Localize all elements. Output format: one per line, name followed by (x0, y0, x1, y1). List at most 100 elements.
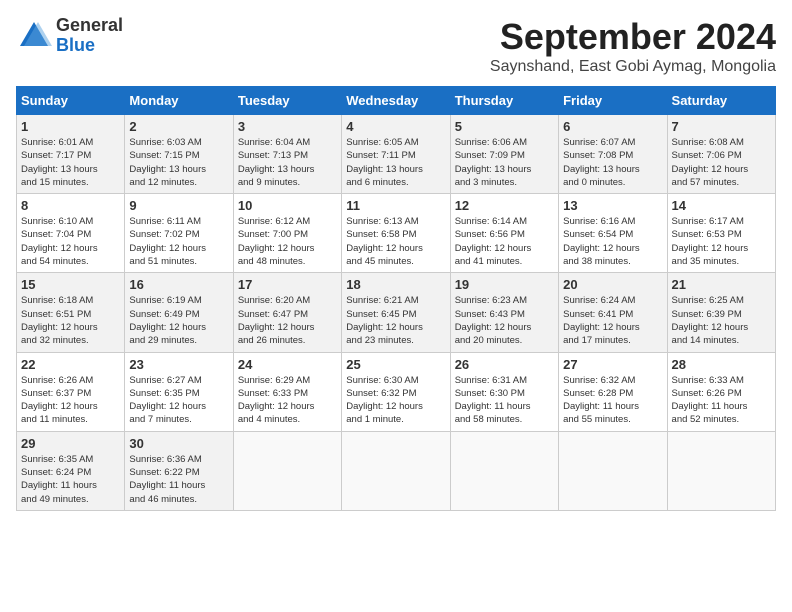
day-number: 20 (563, 277, 662, 292)
day-info: Sunrise: 6:27 AM Sunset: 6:35 PM Dayligh… (129, 374, 228, 427)
day-cell: 6 Sunrise: 6:07 AM Sunset: 7:08 PM Daylig… (559, 115, 667, 194)
logo-blue-text: Blue (56, 36, 123, 56)
day-cell: 24 Sunrise: 6:29 AM Sunset: 6:33 PM Dayli… (233, 352, 341, 431)
day-number: 7 (672, 119, 771, 134)
day-cell: 13Sunrise: 6:16 AM Sunset: 6:54 PM Dayli… (559, 194, 667, 273)
day-cell: 18 Sunrise: 6:21 AM Sunset: 6:45 PM Dayli… (342, 273, 450, 352)
day-info: Sunrise: 6:31 AM Sunset: 6:30 PM Dayligh… (455, 374, 554, 427)
day-info: Sunrise: 6:32 AM Sunset: 6:28 PM Dayligh… (563, 374, 662, 427)
day-info: Sunrise: 6:19 AM Sunset: 6:49 PM Dayligh… (129, 294, 228, 347)
weekday-header-tuesday: Tuesday (233, 87, 341, 115)
day-number: 15 (21, 277, 120, 292)
day-cell: 25Sunrise: 6:30 AM Sunset: 6:32 PM Dayli… (342, 352, 450, 431)
week-row-4: 22 Sunrise: 6:26 AM Sunset: 6:37 PM Dayli… (17, 352, 776, 431)
week-row-2: 8Sunrise: 6:10 AM Sunset: 7:04 PM Daylig… (17, 194, 776, 273)
day-cell: 4 Sunrise: 6:05 AM Sunset: 7:11 PM Daylig… (342, 115, 450, 194)
calendar-body: 1 Sunrise: 6:01 AM Sunset: 7:17 PM Daylig… (17, 115, 776, 511)
day-info: Sunrise: 6:29 AM Sunset: 6:33 PM Dayligh… (238, 374, 337, 427)
day-number: 29 (21, 436, 120, 451)
weekday-header-saturday: Saturday (667, 87, 775, 115)
day-number: 9 (129, 198, 228, 213)
day-cell: 17 Sunrise: 6:20 AM Sunset: 6:47 PM Dayli… (233, 273, 341, 352)
day-number: 1 (21, 119, 120, 134)
day-info: Sunrise: 6:17 AM Sunset: 6:53 PM Dayligh… (672, 215, 771, 268)
calendar-table: SundayMondayTuesdayWednesdayThursdayFrid… (16, 86, 776, 511)
main-title: September 2024 (490, 16, 776, 58)
day-number: 25 (346, 357, 445, 372)
day-cell: 27 Sunrise: 6:32 AM Sunset: 6:28 PM Dayli… (559, 352, 667, 431)
day-info: Sunrise: 6:03 AM Sunset: 7:15 PM Dayligh… (129, 136, 228, 189)
day-info: Sunrise: 6:35 AM Sunset: 6:24 PM Dayligh… (21, 453, 120, 506)
day-info: Sunrise: 6:08 AM Sunset: 7:06 PM Dayligh… (672, 136, 771, 189)
weekday-header-sunday: Sunday (17, 87, 125, 115)
day-cell: 16Sunrise: 6:19 AM Sunset: 6:49 PM Dayli… (125, 273, 233, 352)
day-cell: 30Sunrise: 6:36 AM Sunset: 6:22 PM Dayli… (125, 431, 233, 510)
day-info: Sunrise: 6:26 AM Sunset: 6:37 PM Dayligh… (21, 374, 120, 427)
day-number: 21 (672, 277, 771, 292)
header: General Blue September 2024 Saynshand, E… (16, 16, 776, 76)
day-info: Sunrise: 6:25 AM Sunset: 6:39 PM Dayligh… (672, 294, 771, 347)
weekday-header-monday: Monday (125, 87, 233, 115)
day-cell: 2 Sunrise: 6:03 AM Sunset: 7:15 PM Daylig… (125, 115, 233, 194)
day-info: Sunrise: 6:23 AM Sunset: 6:43 PM Dayligh… (455, 294, 554, 347)
day-cell: 21 Sunrise: 6:25 AM Sunset: 6:39 PM Dayli… (667, 273, 775, 352)
day-number: 5 (455, 119, 554, 134)
day-info: Sunrise: 6:18 AM Sunset: 6:51 PM Dayligh… (21, 294, 120, 347)
day-cell: 12 Sunrise: 6:14 AM Sunset: 6:56 PM Dayli… (450, 194, 558, 273)
day-info: Sunrise: 6:01 AM Sunset: 7:17 PM Dayligh… (21, 136, 120, 189)
day-info: Sunrise: 6:36 AM Sunset: 6:22 PM Dayligh… (129, 453, 228, 506)
day-info: Sunrise: 6:04 AM Sunset: 7:13 PM Dayligh… (238, 136, 337, 189)
day-cell: 19Sunrise: 6:23 AM Sunset: 6:43 PM Dayli… (450, 273, 558, 352)
day-number: 27 (563, 357, 662, 372)
day-number: 24 (238, 357, 337, 372)
day-number: 12 (455, 198, 554, 213)
day-cell: 9Sunrise: 6:11 AM Sunset: 7:02 PM Daylig… (125, 194, 233, 273)
day-cell: 23 Sunrise: 6:27 AM Sunset: 6:35 PM Dayli… (125, 352, 233, 431)
day-info: Sunrise: 6:24 AM Sunset: 6:41 PM Dayligh… (563, 294, 662, 347)
subtitle: Saynshand, East Gobi Aymag, Mongolia (490, 58, 776, 76)
day-info: Sunrise: 6:13 AM Sunset: 6:58 PM Dayligh… (346, 215, 445, 268)
day-cell (559, 431, 667, 510)
logo-general-text: General (56, 16, 123, 36)
day-number: 3 (238, 119, 337, 134)
day-number: 14 (672, 198, 771, 213)
day-number: 13 (563, 198, 662, 213)
day-number: 2 (129, 119, 228, 134)
weekday-header-friday: Friday (559, 87, 667, 115)
day-cell: 22 Sunrise: 6:26 AM Sunset: 6:37 PM Dayli… (17, 352, 125, 431)
day-cell: 20 Sunrise: 6:24 AM Sunset: 6:41 PM Dayli… (559, 273, 667, 352)
day-info: Sunrise: 6:05 AM Sunset: 7:11 PM Dayligh… (346, 136, 445, 189)
day-cell: 26 Sunrise: 6:31 AM Sunset: 6:30 PM Dayli… (450, 352, 558, 431)
day-info: Sunrise: 6:20 AM Sunset: 6:47 PM Dayligh… (238, 294, 337, 347)
logo: General Blue (16, 16, 123, 56)
day-info: Sunrise: 6:12 AM Sunset: 7:00 PM Dayligh… (238, 215, 337, 268)
day-cell: 5 Sunrise: 6:06 AM Sunset: 7:09 PM Daylig… (450, 115, 558, 194)
day-cell: 1 Sunrise: 6:01 AM Sunset: 7:17 PM Daylig… (17, 115, 125, 194)
day-cell: 7 Sunrise: 6:08 AM Sunset: 7:06 PM Daylig… (667, 115, 775, 194)
day-cell: 28Sunrise: 6:33 AM Sunset: 6:26 PM Dayli… (667, 352, 775, 431)
day-number: 4 (346, 119, 445, 134)
day-number: 11 (346, 198, 445, 213)
day-number: 22 (21, 357, 120, 372)
logo-text: General Blue (56, 16, 123, 56)
day-info: Sunrise: 6:10 AM Sunset: 7:04 PM Dayligh… (21, 215, 120, 268)
day-cell (450, 431, 558, 510)
day-cell (233, 431, 341, 510)
day-info: Sunrise: 6:14 AM Sunset: 6:56 PM Dayligh… (455, 215, 554, 268)
day-info: Sunrise: 6:21 AM Sunset: 6:45 PM Dayligh… (346, 294, 445, 347)
logo-icon (16, 18, 52, 54)
day-number: 23 (129, 357, 228, 372)
week-row-1: 1 Sunrise: 6:01 AM Sunset: 7:17 PM Daylig… (17, 115, 776, 194)
day-info: Sunrise: 6:06 AM Sunset: 7:09 PM Dayligh… (455, 136, 554, 189)
day-cell (342, 431, 450, 510)
day-cell (667, 431, 775, 510)
day-number: 17 (238, 277, 337, 292)
day-number: 18 (346, 277, 445, 292)
day-info: Sunrise: 6:07 AM Sunset: 7:08 PM Dayligh… (563, 136, 662, 189)
calendar-header: SundayMondayTuesdayWednesdayThursdayFrid… (17, 87, 776, 115)
day-number: 6 (563, 119, 662, 134)
day-cell: 10Sunrise: 6:12 AM Sunset: 7:00 PM Dayli… (233, 194, 341, 273)
day-info: Sunrise: 6:33 AM Sunset: 6:26 PM Dayligh… (672, 374, 771, 427)
day-number: 26 (455, 357, 554, 372)
week-row-5: 29 Sunrise: 6:35 AM Sunset: 6:24 PM Dayli… (17, 431, 776, 510)
